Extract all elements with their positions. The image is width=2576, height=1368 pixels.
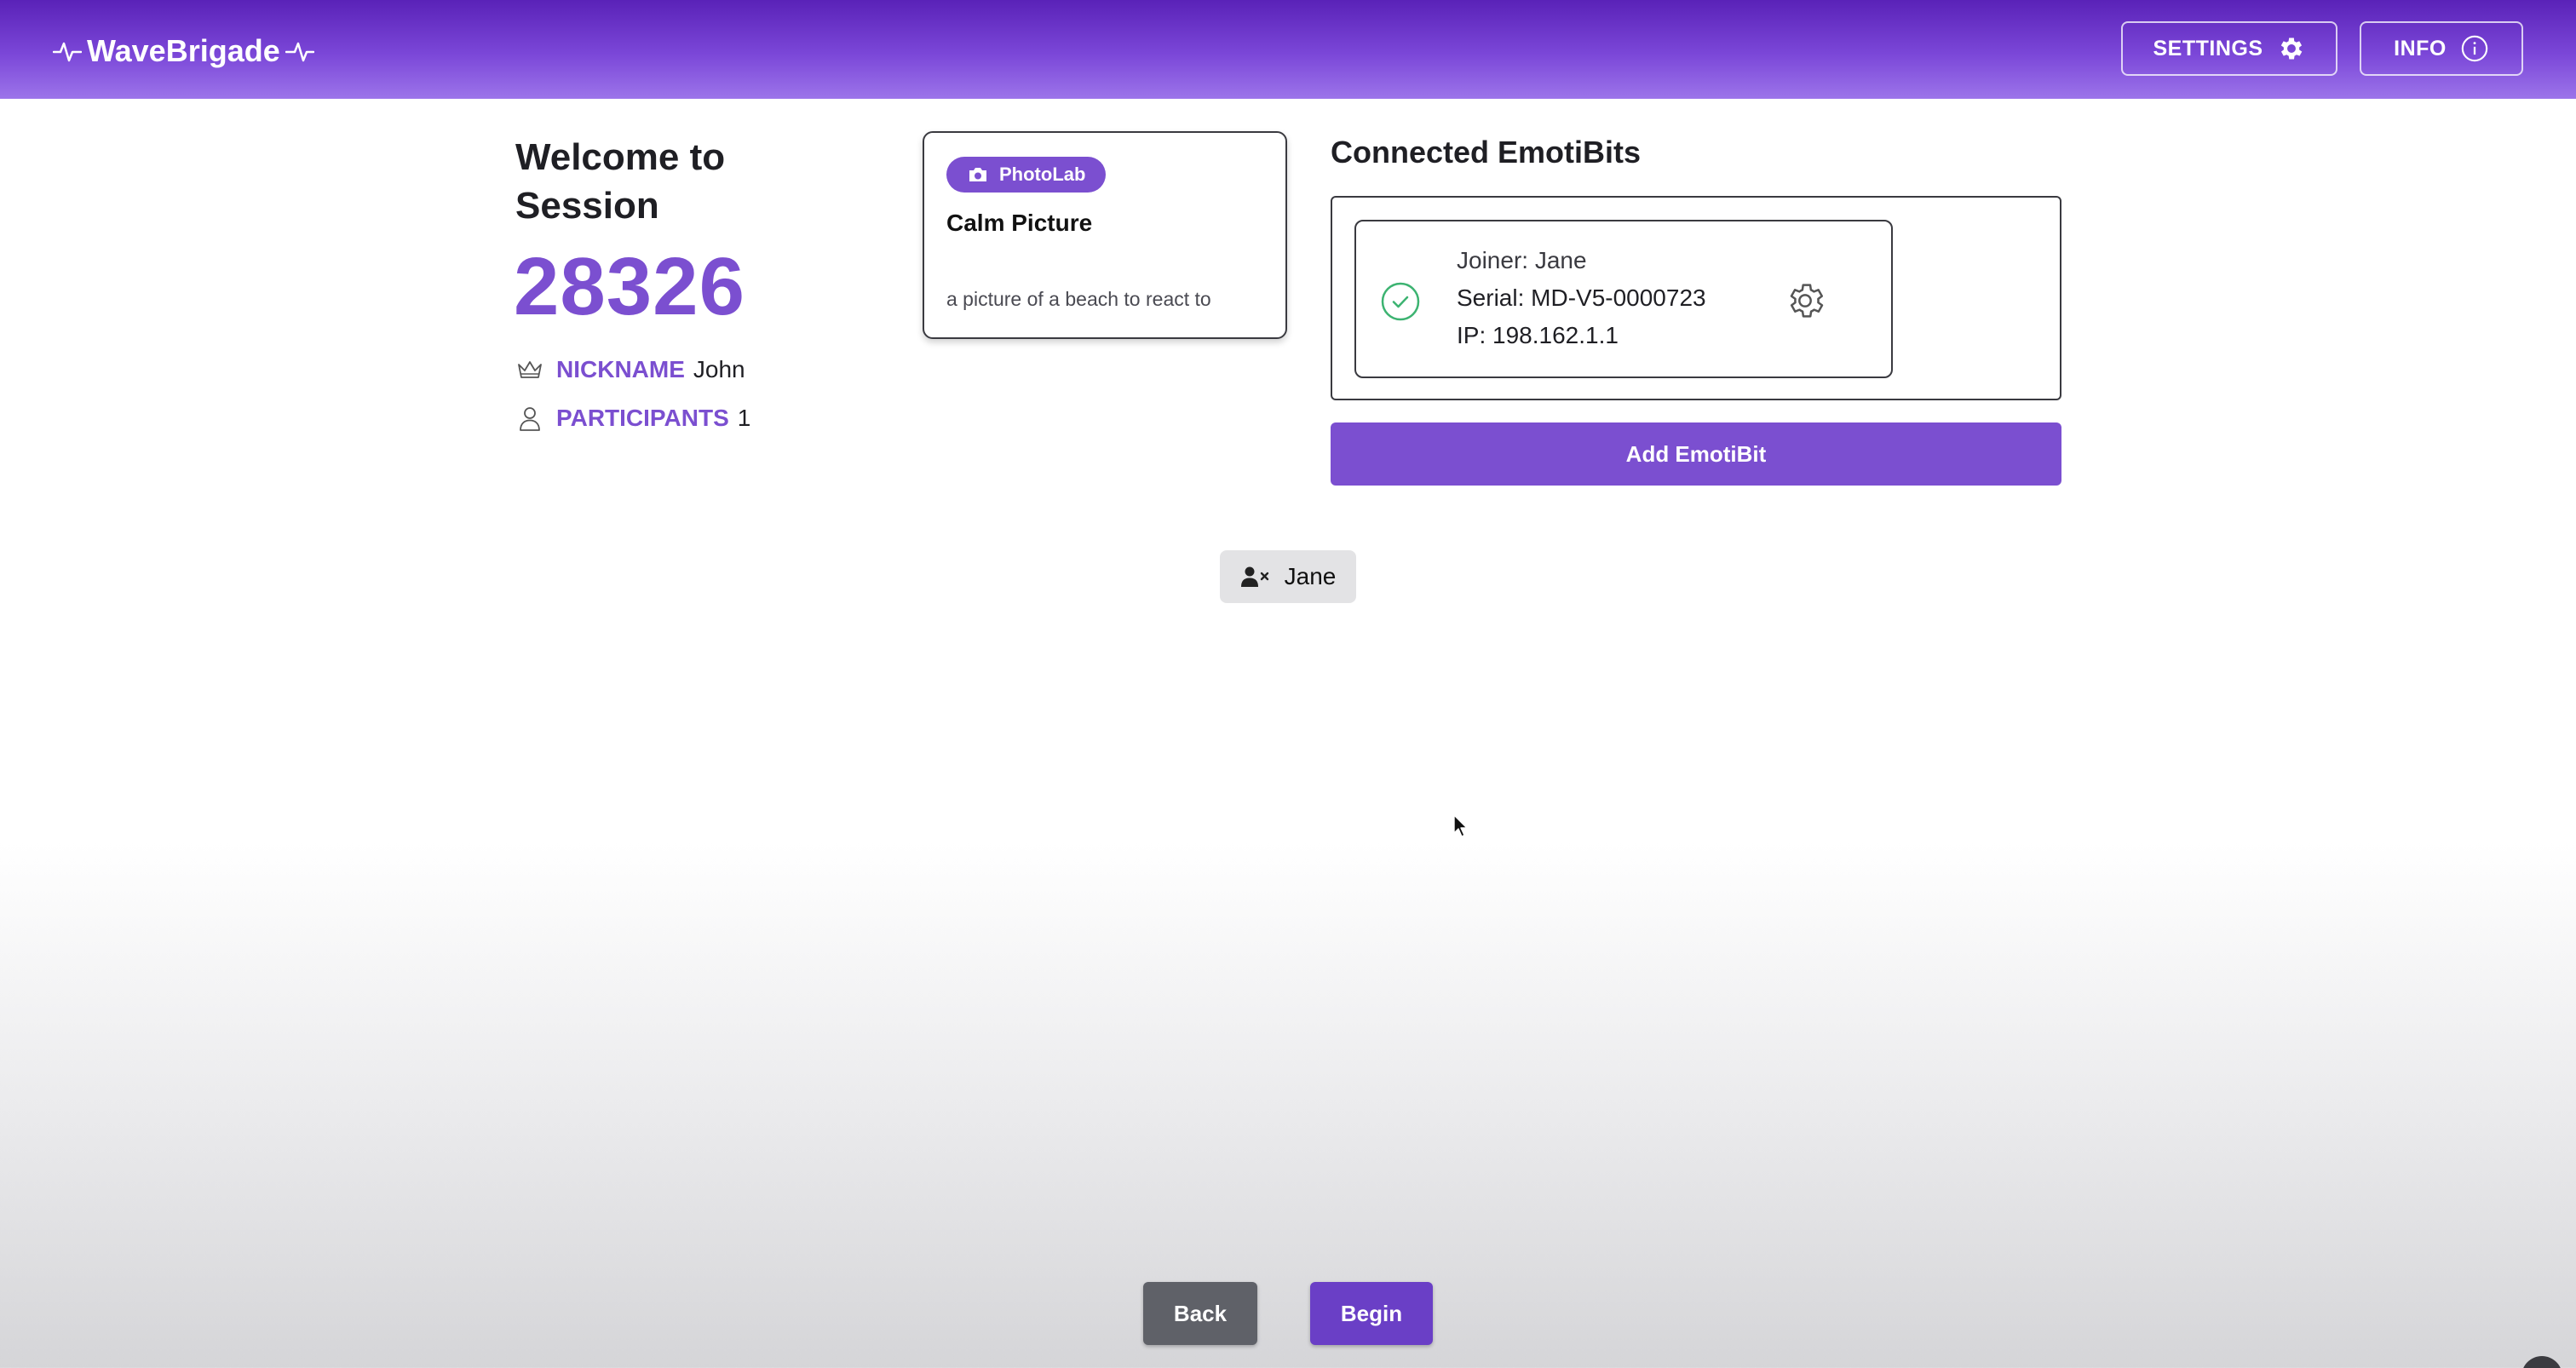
participants-label: PARTICIPANTS — [556, 405, 729, 431]
device-serial: Serial: MD-V5-0000723 — [1457, 285, 1706, 311]
gear-icon — [2280, 37, 2302, 60]
pulse-wave-icon — [53, 42, 82, 62]
welcome-heading: Welcome to Session — [515, 133, 805, 230]
session-code: 28326 — [514, 241, 745, 332]
activity-card[interactable]: PhotoLab Calm Picture a picture of a bea… — [923, 131, 1287, 339]
camera-icon — [969, 168, 986, 181]
settings-label: SETTINGS — [2153, 36, 2263, 60]
nickname-value: John — [693, 356, 745, 382]
add-emotibit-button[interactable]: Add EmotiBit — [1331, 422, 2061, 486]
check-circle-icon — [1381, 282, 1420, 321]
user-icon — [520, 407, 540, 431]
back-button[interactable]: Back — [1143, 1282, 1257, 1345]
activity-tag-label: PhotoLab — [999, 164, 1086, 185]
emotibit-device-card[interactable]: Joiner: Jane Serial: MD-V5-0000723 IP: 1… — [1354, 220, 1893, 378]
activity-description: a picture of a beach to react to — [946, 288, 1211, 310]
info-label: INFO — [2394, 36, 2447, 60]
participants-row: PARTICIPANTS 1 — [515, 401, 750, 435]
info-button[interactable]: INFO — [2360, 21, 2523, 76]
device-settings-gear-icon[interactable] — [1784, 279, 1826, 322]
pulse-wave-icon — [285, 42, 314, 62]
begin-button[interactable]: Begin — [1310, 1282, 1433, 1345]
app-logo[interactable]: WaveBrigade — [53, 27, 314, 75]
settings-button[interactable]: SETTINGS — [2121, 21, 2337, 76]
participant-name: Jane — [1284, 563, 1337, 589]
app-name: WaveBrigade — [87, 33, 280, 68]
user-remove-icon — [1240, 566, 1268, 587]
device-ip: IP: 198.162.1.1 — [1457, 322, 1619, 348]
participants-count: 1 — [737, 405, 751, 431]
emotibit-list: Joiner: Jane Serial: MD-V5-0000723 IP: 1… — [1331, 196, 2061, 400]
mouse-cursor-icon — [1453, 814, 1468, 837]
activity-title: Calm Picture — [946, 210, 1093, 236]
nickname-row: NICKNAME John — [515, 353, 745, 387]
connected-emotibits-heading: Connected EmotiBits — [1331, 135, 1642, 170]
welcome-line: Welcome to — [515, 136, 726, 178]
nickname-label: NICKNAME — [556, 356, 685, 382]
welcome-line: Session — [515, 185, 659, 227]
floating-overlay-dot — [2521, 1356, 2562, 1368]
info-circle-icon — [2461, 35, 2488, 62]
activity-tag: PhotoLab — [946, 157, 1107, 193]
top-navigation-bar: WaveBrigade SETTINGS INFO — [0, 0, 2576, 99]
device-joiner: Joiner: Jane — [1457, 247, 1587, 273]
crown-icon — [518, 361, 542, 378]
participant-chip[interactable]: Jane — [1220, 550, 1356, 603]
